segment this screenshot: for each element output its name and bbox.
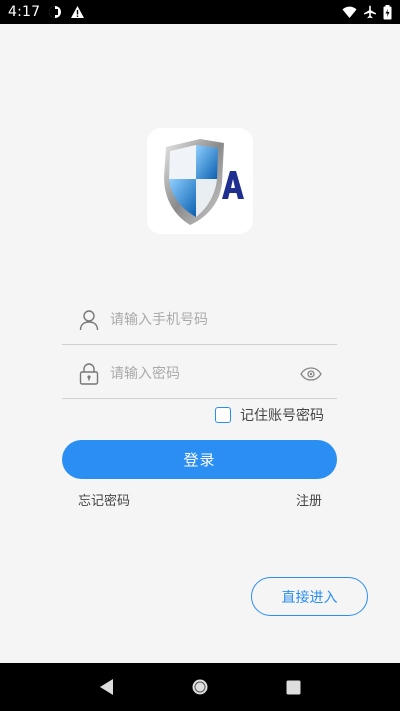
alert-icon <box>70 5 85 19</box>
user-icon <box>78 309 100 331</box>
register-link[interactable]: 注册 <box>296 490 322 509</box>
forgot-password-link[interactable]: 忘记密码 <box>78 490 130 509</box>
airplane-icon <box>363 5 377 19</box>
battery-icon <box>383 4 392 20</box>
phone-input[interactable] <box>110 304 337 335</box>
home-icon[interactable] <box>188 675 212 699</box>
wifi-icon <box>342 6 357 19</box>
navigation-bar <box>0 663 400 711</box>
remember-option[interactable]: 记住账号密码 <box>215 405 324 425</box>
status-bar: 4:17 <box>0 0 400 24</box>
password-field-row <box>62 349 337 399</box>
status-time: 4:17 <box>8 4 41 20</box>
lock-icon <box>78 362 100 385</box>
password-input[interactable] <box>110 358 299 389</box>
shield-logo-icon <box>164 139 244 225</box>
notification-icon <box>48 5 62 19</box>
login-button[interactable]: 登录 <box>62 440 337 479</box>
direct-enter-button[interactable]: 直接进入 <box>251 577 368 616</box>
recents-icon[interactable] <box>281 675 305 699</box>
remember-label: 记住账号密码 <box>240 408 324 424</box>
app-logo <box>147 128 253 234</box>
remember-checkbox[interactable] <box>215 407 231 423</box>
back-icon[interactable] <box>95 675 119 699</box>
eye-icon[interactable] <box>299 362 323 386</box>
phone-field-row <box>62 295 337 345</box>
